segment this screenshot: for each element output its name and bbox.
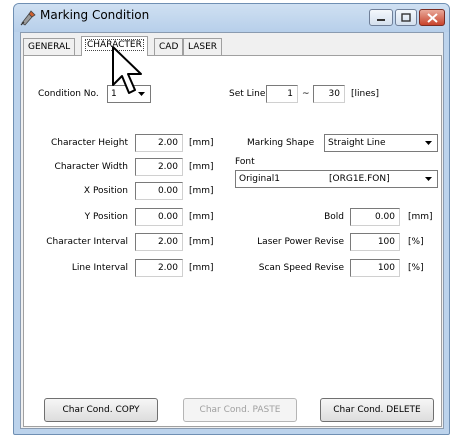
maximize-icon [401, 13, 411, 22]
tab-strip: GENERAL CHARACTER CAD LASER [21, 36, 443, 56]
font-select[interactable]: Original1 [ORG1E.FON] [235, 170, 438, 188]
y-position-input[interactable]: 0.00 [135, 208, 183, 226]
laser-power-revise-input[interactable]: 100 [350, 233, 400, 251]
character-height-unit: [mm] [189, 138, 214, 148]
dropdown-arrow-icon [421, 172, 436, 186]
tab-laser-label: LASER [188, 42, 218, 52]
set-line-separator: ~ [302, 89, 310, 99]
laser-power-revise-unit: [%] [408, 237, 424, 247]
dialog-client-area: GENERAL CHARACTER CAD LASER Condition No… [20, 32, 444, 429]
laser-power-revise-label: Laser Power Revise [257, 237, 344, 247]
character-height-input[interactable]: 2.00 [135, 134, 183, 152]
char-cond-copy-button[interactable]: Char Cond. COPY [44, 398, 158, 422]
mouse-pointer-icon [112, 46, 142, 94]
set-line-label: Set Line [229, 89, 266, 99]
character-interval-label: Character Interval [46, 237, 128, 247]
bold-unit: [mm] [408, 212, 433, 222]
tab-general-label: GENERAL [28, 42, 71, 52]
character-tab-panel: Condition No. 1 Set Line 1 ~ 30 [lines] … [23, 55, 442, 427]
x-position-unit: [mm] [189, 186, 214, 196]
minimize-icon [377, 18, 385, 21]
font-label: Font [235, 157, 255, 167]
y-position-unit: [mm] [189, 212, 214, 222]
character-height-label: Character Height [50, 138, 128, 148]
tab-cad-label: CAD [159, 42, 179, 52]
char-cond-delete-button[interactable]: Char Cond. DELETE [320, 398, 434, 422]
window-title: Marking Condition [40, 8, 150, 22]
x-position-input[interactable]: 0.00 [135, 182, 183, 200]
character-width-unit: [mm] [189, 162, 214, 172]
character-width-label: Character Width [54, 162, 128, 172]
set-line-from-input[interactable]: 1 [266, 85, 298, 103]
scan-speed-revise-label: Scan Speed Revise [258, 263, 344, 273]
marking-condition-window: Marking Condition GENERAL CHARACTER CAD … [13, 3, 450, 435]
maximize-button[interactable] [395, 9, 417, 26]
condition-no-label: Condition No. [38, 89, 99, 99]
font-name: Original1 [239, 174, 280, 184]
marking-tool-icon [20, 10, 36, 26]
tab-cad[interactable]: CAD [154, 38, 184, 56]
bold-input[interactable]: 0.00 [350, 208, 400, 226]
set-line-to-input[interactable]: 30 [313, 85, 345, 103]
scan-speed-revise-unit: [%] [408, 263, 424, 273]
char-cond-paste-button[interactable]: Char Cond. PASTE [183, 398, 297, 422]
marking-shape-select[interactable]: Straight Line [324, 134, 438, 152]
minimize-button[interactable] [369, 9, 393, 26]
scan-speed-revise-input[interactable]: 100 [350, 259, 400, 277]
font-file: [ORG1E.FON] [329, 174, 390, 184]
character-interval-input[interactable]: 2.00 [135, 233, 183, 251]
line-interval-unit: [mm] [189, 263, 214, 273]
close-icon [426, 12, 438, 23]
line-interval-label: Line Interval [71, 263, 128, 273]
tab-general[interactable]: GENERAL [23, 38, 76, 56]
character-width-input[interactable]: 2.00 [135, 158, 183, 176]
x-position-label: X Position [83, 186, 128, 196]
tab-laser[interactable]: LASER [183, 38, 223, 56]
close-button[interactable] [419, 9, 445, 26]
set-line-unit: [lines] [351, 89, 379, 99]
title-bar[interactable]: Marking Condition [14, 4, 449, 32]
character-interval-unit: [mm] [189, 237, 214, 247]
bold-label: Bold [324, 212, 344, 222]
marking-shape-value: Straight Line [328, 138, 386, 148]
dropdown-arrow-icon [421, 136, 436, 150]
line-interval-input[interactable]: 2.00 [135, 259, 183, 277]
marking-shape-label: Marking Shape [247, 138, 315, 148]
y-position-label: Y Position [84, 212, 128, 222]
